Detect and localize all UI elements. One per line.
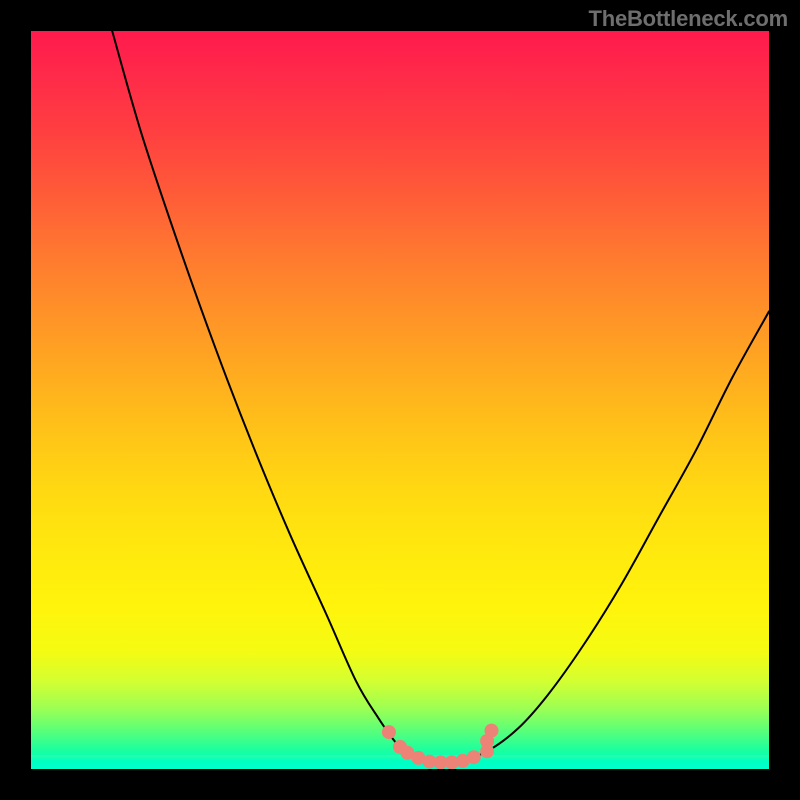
chart-overlay bbox=[31, 31, 769, 769]
curve-marker bbox=[382, 725, 396, 739]
curve-marker bbox=[467, 750, 481, 764]
bottleneck-curve bbox=[112, 31, 769, 763]
plot-area bbox=[31, 31, 769, 769]
chart-frame: TheBottleneck.com bbox=[0, 0, 800, 800]
curve-markers bbox=[382, 724, 499, 769]
curve-marker bbox=[485, 724, 499, 738]
attribution-label: TheBottleneck.com bbox=[588, 6, 788, 32]
